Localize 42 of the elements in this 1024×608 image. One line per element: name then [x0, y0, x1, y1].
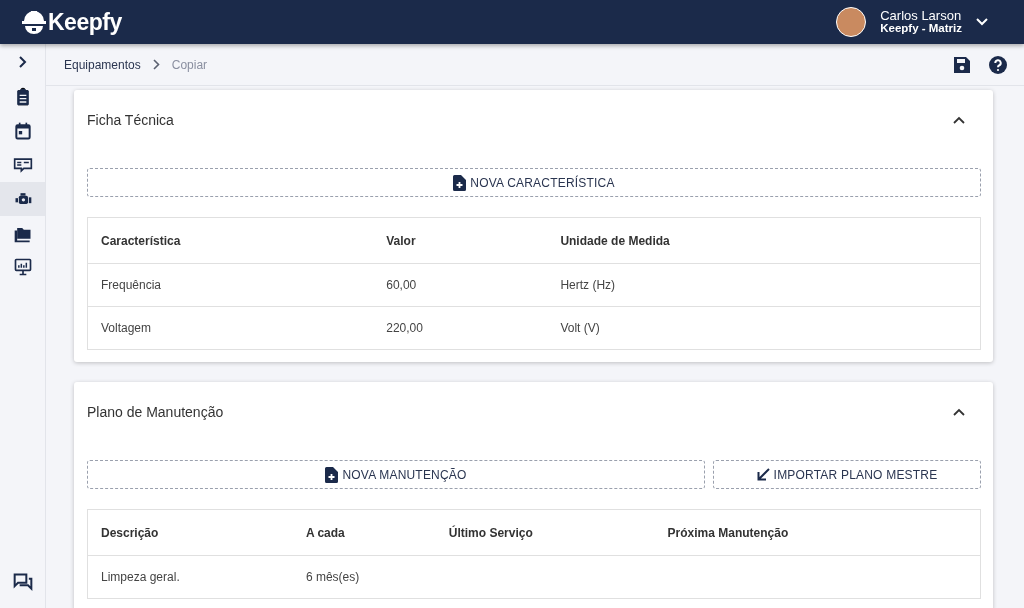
chevron-down-icon[interactable]	[976, 18, 988, 26]
save-icon[interactable]	[953, 55, 971, 74]
add-button[interactable]: NOVA CARACTERÍSTICA	[87, 168, 981, 197]
ticket-icon	[12, 155, 33, 175]
logo-icon	[20, 9, 48, 35]
monitor-chart-icon	[12, 257, 33, 277]
table-cell: Frequência	[101, 278, 162, 292]
add-file-icon	[453, 174, 467, 191]
section-title: Ficha Técnica	[87, 112, 175, 128]
calendar-icon	[12, 121, 33, 141]
column-header: Unidade de Medida	[547, 217, 981, 264]
table-cell: 60,00	[386, 278, 417, 292]
table-cell: Limpeza geral.	[101, 570, 180, 584]
add-file-icon	[325, 466, 339, 483]
section-title: Plano de Manutenção	[87, 404, 225, 420]
chevron-right-icon[interactable]	[18, 56, 27, 68]
column-header: Descrição	[87, 509, 293, 556]
breadcrumb-link[interactable]: Equipamentos	[64, 57, 141, 72]
table-cell: 220,00	[386, 321, 423, 335]
column-header: Último Serviço	[435, 509, 655, 556]
user-avatar[interactable]	[836, 7, 867, 37]
table-cell: Voltagem	[101, 321, 152, 335]
sidebar-item[interactable]	[0, 182, 45, 216]
chevron-right-icon	[152, 59, 160, 70]
column-header: Valor	[373, 217, 548, 264]
chat-icon[interactable]	[12, 572, 33, 592]
column-header: Característica	[87, 217, 374, 264]
column-header: A cada	[292, 509, 436, 556]
add-button[interactable]: NOVA MANUTENÇÃO	[87, 460, 705, 489]
table-cell: Hertz (Hz)	[560, 278, 616, 292]
help-icon[interactable]	[989, 55, 1007, 74]
company-name: Keepfy - Matriz	[880, 22, 962, 35]
arrow-down-left-icon	[756, 468, 770, 481]
table-cell: Volt (V)	[560, 321, 600, 335]
app-logo-text: Keepfy	[48, 8, 122, 36]
breadcrumb-current: Copiar	[171, 57, 208, 72]
table-cell: 6 mês(es)	[305, 570, 360, 584]
user-name: Carlos Larson	[880, 9, 962, 22]
column-header: Próxima Manutenção	[654, 509, 981, 556]
import-button[interactable]: IMPORTAR PLANO MESTRE	[713, 460, 981, 489]
chevron-up-icon[interactable]	[953, 116, 965, 124]
chevron-up-icon[interactable]	[953, 408, 965, 416]
